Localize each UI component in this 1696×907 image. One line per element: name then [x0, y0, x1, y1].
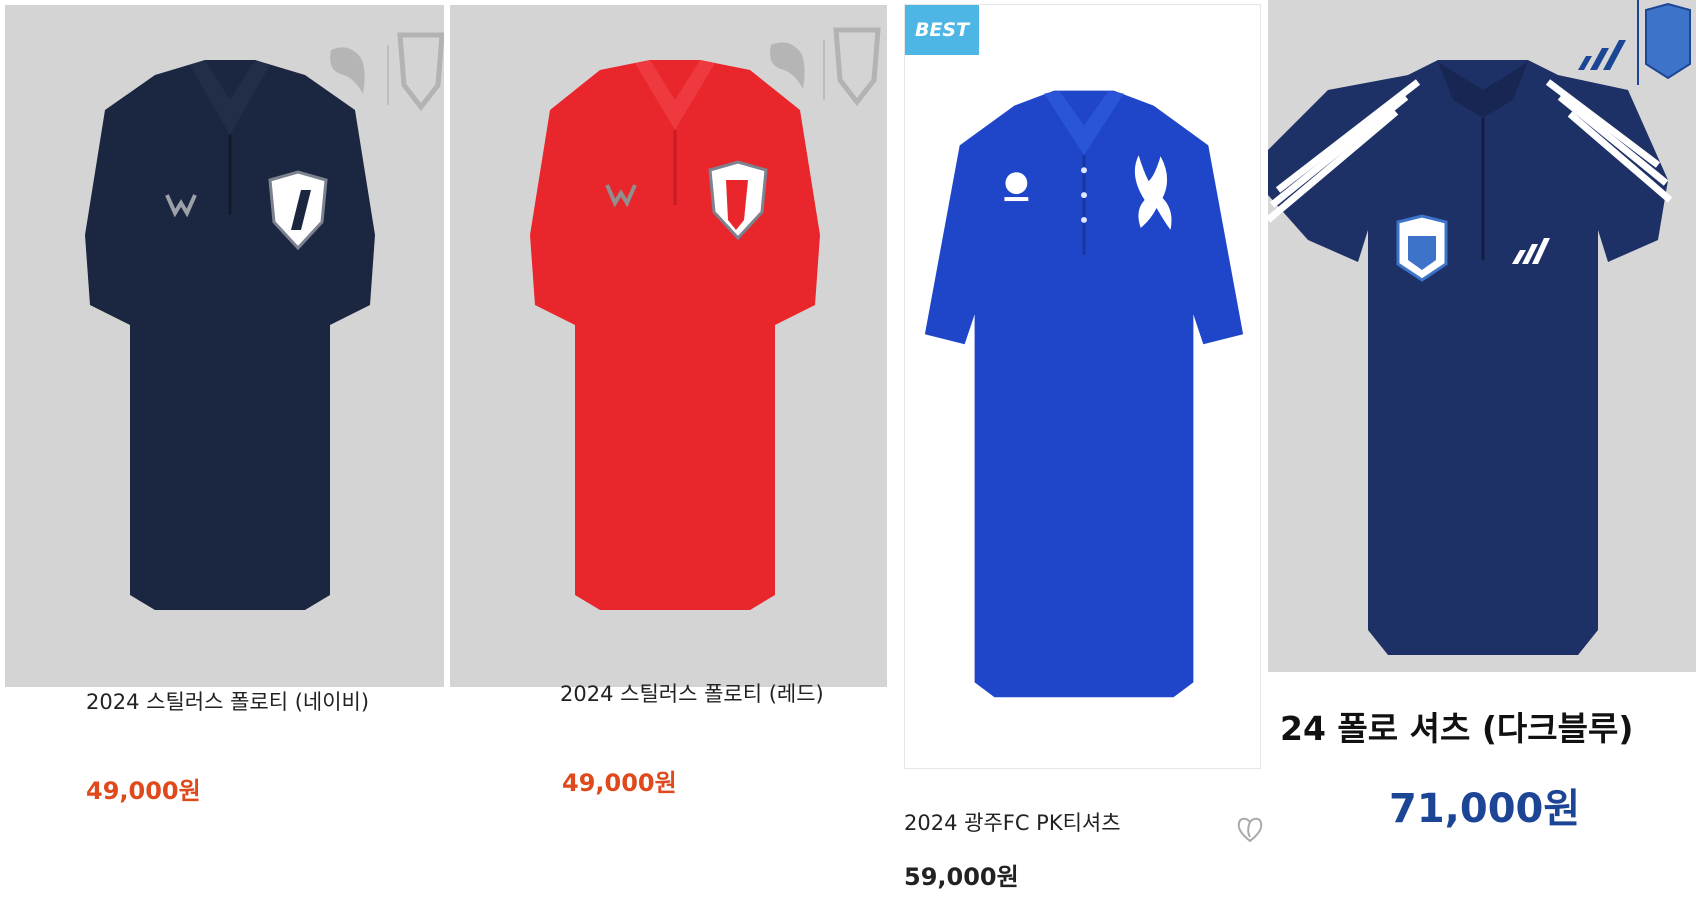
brand-logos: [1578, 0, 1691, 85]
product-image[interactable]: [450, 5, 887, 687]
product-price: 49,000원: [86, 777, 201, 805]
product-image[interactable]: BEST: [904, 4, 1261, 769]
product-card[interactable]: 24 폴로 셔츠 (다크블루) 71,000원: [1268, 0, 1696, 907]
best-badge: BEST: [905, 5, 979, 55]
product-price: 49,000원: [562, 769, 677, 797]
product-card[interactable]: BEST 2024 광주FC PK티셔츠 59,000원: [904, 0, 1266, 907]
polo-shirt-blue: [924, 90, 1244, 698]
brand-logos: [770, 27, 881, 107]
product-image[interactable]: [1268, 0, 1696, 672]
product-title[interactable]: 2024 스틸러스 폴로티 (레드): [560, 678, 824, 708]
product-title[interactable]: 24 폴로 셔츠 (다크블루): [1280, 702, 1633, 750]
product-title[interactable]: 2024 스틸러스 폴로티 (네이비): [86, 686, 369, 716]
product-title[interactable]: 2024 광주FC PK티셔츠: [904, 807, 1121, 837]
product-image[interactable]: [5, 5, 444, 687]
product-price: 71,000원: [1389, 786, 1581, 832]
brand-logos: [330, 32, 444, 112]
product-price: 59,000원: [904, 863, 1019, 891]
heart-icon[interactable]: [1235, 812, 1265, 846]
product-card[interactable]: 2024 스틸러스 폴로티 (네이비) 49,000원: [0, 0, 445, 907]
product-card[interactable]: 2024 스틸러스 폴로티 (레드) 49,000원: [450, 0, 890, 907]
